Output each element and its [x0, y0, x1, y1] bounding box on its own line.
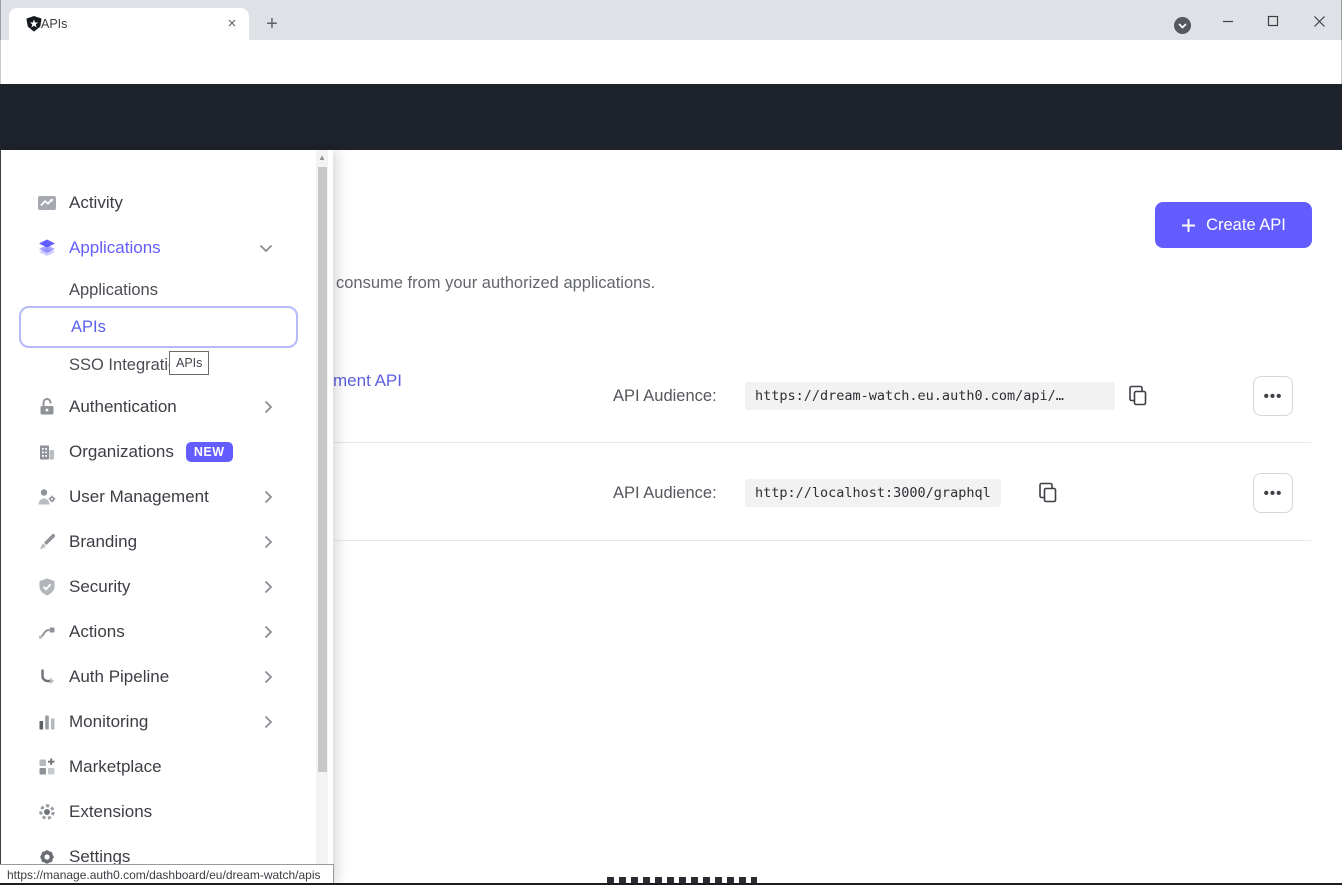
browser-tab[interactable]: APIs ×: [9, 8, 249, 40]
create-api-button[interactable]: Create API: [1155, 202, 1312, 248]
sidebar-item-activity[interactable]: Activity: [1, 181, 301, 225]
api-audience-value[interactable]: https://dream-watch.eu.auth0.com/api/…: [745, 382, 1115, 410]
activity-icon: [37, 193, 57, 213]
api-row-menu-button[interactable]: •••: [1253, 473, 1293, 513]
auth0-appbar: dream-watch Discuss your needs Docs: [0, 84, 1342, 150]
new-badge: NEW: [186, 442, 233, 462]
status-bar-url: https://manage.auth0.com/dashboard/eu/dr…: [0, 864, 334, 885]
chevron-right-icon: [264, 400, 273, 414]
tab-search-button[interactable]: [1174, 17, 1191, 34]
sidebar-item-branding[interactable]: Branding: [1, 520, 301, 564]
pipeline-arrow-icon: [37, 667, 57, 687]
chevron-right-icon: [264, 625, 273, 639]
shield-check-icon: [37, 577, 57, 597]
scrollbar-up-arrow[interactable]: ▲: [316, 151, 328, 164]
chevron-right-icon: [264, 535, 273, 549]
extensions-gear-icon: [37, 802, 57, 822]
bar-chart-icon: [37, 712, 57, 732]
sidebar-subitem-apis-selected[interactable]: APIs: [19, 306, 298, 348]
page-description-fragment: consume from your authorized application…: [336, 274, 655, 293]
api-audience-value[interactable]: http://localhost:3000/graphql: [745, 479, 1001, 507]
sidebar-drawer: Activity Applications Applications APIs …: [0, 150, 333, 885]
sidebar-item-actions[interactable]: Actions: [1, 610, 301, 654]
chevron-right-icon: [264, 490, 273, 504]
marketplace-grid-icon: [37, 757, 57, 777]
sidebar-item-security[interactable]: Security: [1, 565, 301, 609]
chevron-down-icon: [259, 244, 273, 253]
sidebar-item-authentication[interactable]: Authentication: [1, 385, 301, 429]
sidebar-item-marketplace[interactable]: Marketplace: [1, 745, 301, 789]
chevron-right-icon: [264, 715, 273, 729]
applications-layers-icon: [37, 238, 57, 258]
window-minimize-button[interactable]: [1212, 8, 1244, 34]
auth0-favicon-icon: [26, 16, 42, 32]
actions-flow-icon: [37, 622, 57, 642]
chevron-right-icon: [264, 670, 273, 684]
window-maximize-button[interactable]: [1257, 8, 1289, 34]
sidebar-item-applications[interactable]: Applications: [1, 226, 301, 270]
sidebar-item-extensions[interactable]: Extensions: [1, 790, 301, 834]
new-tab-button[interactable]: +: [259, 12, 285, 38]
row-divider: [334, 442, 1311, 443]
tab-title: APIs: [41, 17, 223, 31]
api-audience-label: API Audience:: [613, 387, 717, 406]
sidebar-item-organizations[interactable]: Organizations NEW: [1, 430, 301, 474]
copy-icon[interactable]: [1037, 482, 1059, 504]
lock-open-icon: [37, 397, 57, 417]
sidebar-scrollbar[interactable]: ▲: [316, 150, 328, 885]
organization-building-icon: [37, 442, 57, 462]
api-row-menu-button[interactable]: •••: [1253, 376, 1293, 416]
sidebar-item-auth-pipeline[interactable]: Auth Pipeline: [1, 655, 301, 699]
chevron-right-icon: [264, 580, 273, 594]
scrollbar-thumb[interactable]: [318, 167, 327, 772]
sidebar-item-user-management[interactable]: User Management: [1, 475, 301, 519]
api-audience-label: API Audience:: [613, 484, 717, 503]
copy-icon[interactable]: [1127, 385, 1149, 407]
tab-close-icon[interactable]: ×: [223, 15, 241, 33]
apis-tooltip: APIs: [169, 351, 209, 375]
browser-titlebar: APIs × +: [0, 0, 1342, 40]
chevron-down-icon: [1178, 23, 1187, 29]
paintbrush-icon: [37, 532, 57, 552]
api-name-link[interactable]: ment API: [333, 371, 402, 391]
browser-toolbar: manage.auth0.com/dashboard/eu/dream-watc…: [0, 40, 1342, 84]
sidebar-item-monitoring[interactable]: Monitoring: [1, 700, 301, 744]
window-close-button[interactable]: [1303, 8, 1335, 34]
user-gear-icon: [37, 487, 57, 507]
sidebar-subitem-applications[interactable]: Applications: [69, 281, 158, 300]
plus-icon: [1181, 218, 1196, 233]
row-divider: [334, 540, 1311, 541]
